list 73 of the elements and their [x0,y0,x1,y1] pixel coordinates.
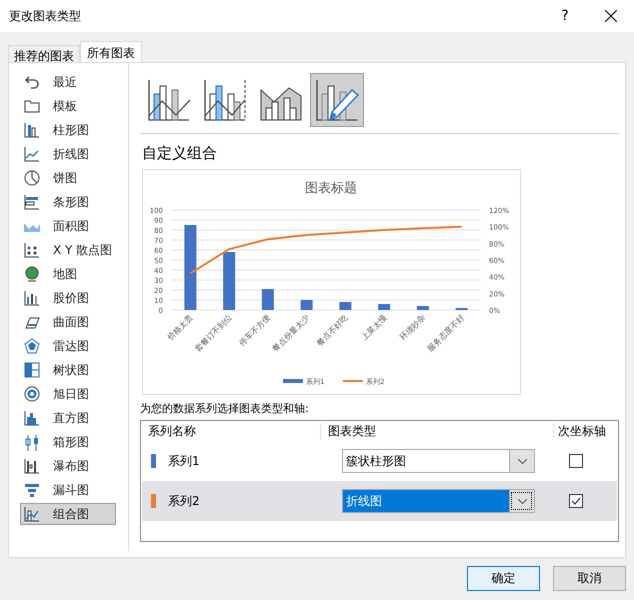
sidebar-item[interactable]: 漏斗图 [20,479,116,501]
chart-title: 图表标题 [305,181,357,196]
pie-chart-icon [23,169,41,187]
waterfall-chart-icon [23,457,41,475]
section-title: 自定义组合 [142,144,218,163]
bar [416,306,429,310]
sunburst-icon [23,385,41,403]
sidebar-item[interactable]: 条形图 [20,191,116,213]
table-row[interactable]: 系列1 簇状柱形图 [142,441,617,481]
stock-chart-icon [23,289,41,307]
horizontal-bar-chart-icon [23,193,41,211]
category-label: 价格太贵 [166,313,195,342]
sidebar-item[interactable]: 面积图 [20,215,116,237]
globe-icon [23,265,41,283]
bar [223,252,236,310]
chevron-down-icon[interactable] [518,458,526,464]
instruction-text: 为您的数据系列选择图表类型和轴: [140,401,310,416]
column-header: 系列名称 [141,422,321,440]
column-header: 图表类型 [321,422,554,440]
sidebar-item[interactable]: 组合图 [20,503,116,525]
category-label: 餐点不好吃 [315,313,350,348]
bar [339,302,352,310]
line-chart-icon [23,145,41,163]
chart-type-dropdown[interactable]: 簇状柱形图 [342,449,535,473]
column-header: 次坐标轴 [557,422,607,440]
bar [262,289,274,310]
category-label: 环境吵杂 [398,313,428,342]
category-label: 停车不方便 [238,313,272,348]
scatter-chart-icon [23,241,41,259]
series-name: 系列2 [168,492,200,510]
secondary-axis-checkbox[interactable] [569,454,583,468]
sidebar-item[interactable]: 树状图 [20,359,116,381]
ok-button[interactable]: 确定 [467,566,540,591]
treemap-icon [23,361,41,379]
sidebar-item[interactable]: X Y 散点图 [20,239,116,261]
combo-chart-icon [23,505,41,523]
chart-type-dropdown[interactable]: 折线图 [342,489,535,513]
bar-chart-icon [23,121,41,139]
sidebar-item[interactable]: 模板 [20,95,116,117]
sidebar-item[interactable]: 箱形图 [20,431,116,453]
cancel-button[interactable]: 取消 [553,566,626,591]
sidebar-item[interactable]: 股价图 [20,287,116,309]
category-label: 上菜太慢 [360,313,389,342]
sidebar-item[interactable]: 饼图 [20,167,116,189]
category-label: 餐点份量太少 [270,313,312,354]
table-row[interactable]: 系列2 折线图 [142,481,617,521]
category-label: 套餐订不到位 [193,313,234,354]
sidebar-item[interactable]: 直方图 [20,407,116,429]
sidebar-item[interactable]: 瀑布图 [20,455,116,477]
radar-chart-icon [23,337,41,355]
bar [300,300,313,310]
bar [378,304,390,310]
close-icon[interactable] [605,10,617,22]
sidebar-item[interactable]: 雷达图 [20,335,116,357]
tab[interactable]: 所有图表 [80,41,142,62]
sidebar-item[interactable]: 柱形图 [20,119,116,141]
sidebar-item[interactable]: 最近 [20,71,116,93]
funnel-icon [23,481,41,499]
sidebar-item[interactable]: 旭日图 [20,383,116,405]
series-name: 系列1 [168,452,200,470]
legend-swatch [283,379,303,383]
help-button[interactable]: ? [542,8,588,24]
window-title: 更改图表类型 [9,8,82,24]
chevron-down-icon[interactable] [518,498,526,504]
category-label: 服务态度不好 [426,313,466,354]
sidebar-item[interactable]: 地图 [20,263,116,285]
histogram-icon [23,409,41,427]
box-plot-icon [23,433,41,451]
sidebar-item[interactable]: 曲面图 [20,311,116,333]
tab[interactable]: 推荐的图表 [8,45,80,62]
sidebar-item[interactable]: 折线图 [20,143,116,165]
secondary-axis-checkbox[interactable] [569,494,583,508]
chart-subtype-option[interactable] [310,73,364,127]
